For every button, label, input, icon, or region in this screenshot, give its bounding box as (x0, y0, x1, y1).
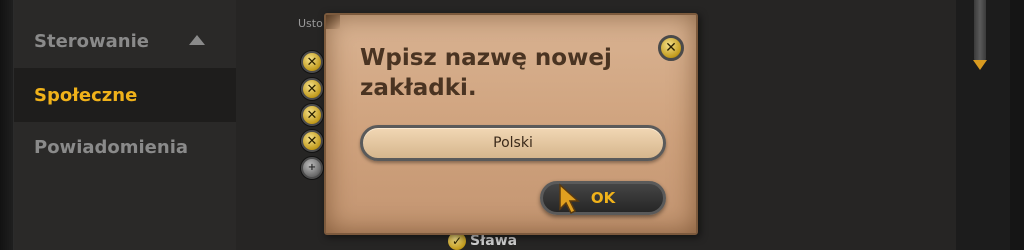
window-right-edge (1010, 0, 1024, 250)
remove-tab-button[interactable]: ✕ (301, 104, 323, 126)
close-icon: ✕ (306, 133, 318, 149)
plus-icon: + (307, 162, 317, 173)
remove-tab-button[interactable]: ✕ (301, 78, 323, 100)
dialog-close-button[interactable]: ✕ (658, 35, 684, 61)
remove-tab-button[interactable]: ✕ (301, 130, 323, 152)
scrollbar[interactable] (974, 0, 986, 64)
close-icon: ✕ (306, 54, 318, 70)
add-tab-button[interactable]: + (301, 157, 323, 179)
close-icon: ✕ (306, 81, 318, 97)
ok-button-label: OK (590, 189, 616, 207)
dialog-corner-decoration (326, 15, 340, 29)
remove-tab-button[interactable]: ✕ (301, 51, 323, 73)
sidebar-item-sterowanie[interactable]: Sterowanie (14, 14, 236, 68)
mouse-cursor-icon (559, 183, 580, 215)
sidebar-item-label: Sterowanie (34, 30, 149, 52)
sidebar-item-label: Społeczne (34, 84, 138, 106)
new-tab-dialog: Wpisz nazwę nowej zakładki. ✕ Polski OK (324, 13, 698, 235)
close-icon: ✕ (306, 107, 318, 123)
sidebar-item-powiadomienia[interactable]: Powiadomienia (14, 120, 236, 174)
scroll-down-arrow-icon[interactable] (973, 60, 987, 70)
sidebar-item-label: Powiadomienia (34, 136, 189, 158)
dialog-title: Wpisz nazwę nowej zakładki. (360, 45, 612, 101)
settings-sidebar: Sterowanie Społeczne Powiadomienia (14, 0, 236, 250)
tab-name-input[interactable]: Polski (360, 125, 666, 161)
section-label: Usto (298, 17, 323, 30)
close-icon: ✕ (665, 40, 677, 56)
right-scroll-area (956, 0, 1024, 250)
chevron-up-icon[interactable] (189, 35, 205, 45)
window-left-edge (0, 0, 14, 250)
sidebar-item-spoleczne[interactable]: Społeczne (14, 68, 236, 122)
